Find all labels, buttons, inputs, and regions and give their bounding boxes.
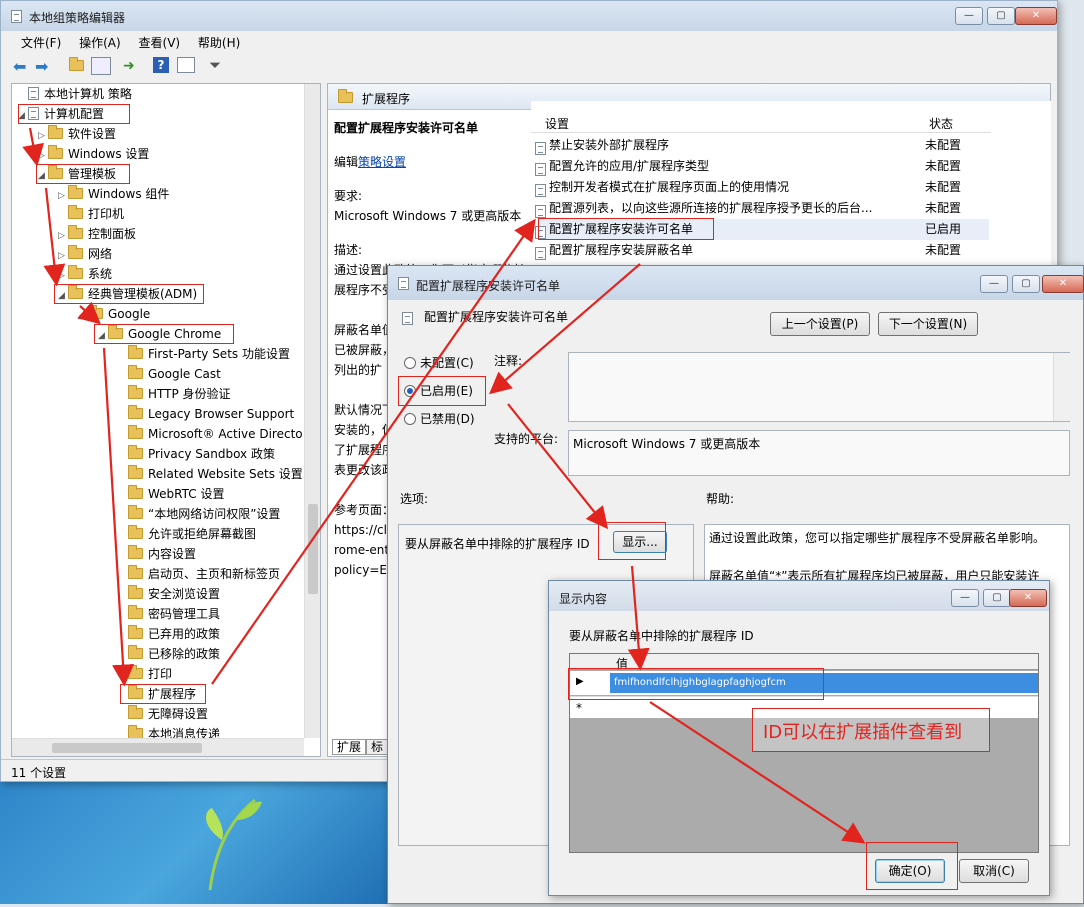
arrow-9 [649, 701, 866, 844]
arrow-4 [102, 347, 135, 687]
arrow-7 [507, 403, 609, 530]
arrow-8 [627, 565, 650, 671]
annotation-arrows [22, 127, 866, 844]
arrow-2 [43, 187, 66, 287]
arrow-5 [211, 218, 536, 685]
arrow-3 [77, 301, 101, 325]
arrow-6 [489, 263, 641, 395]
arrow-1 [22, 127, 44, 167]
